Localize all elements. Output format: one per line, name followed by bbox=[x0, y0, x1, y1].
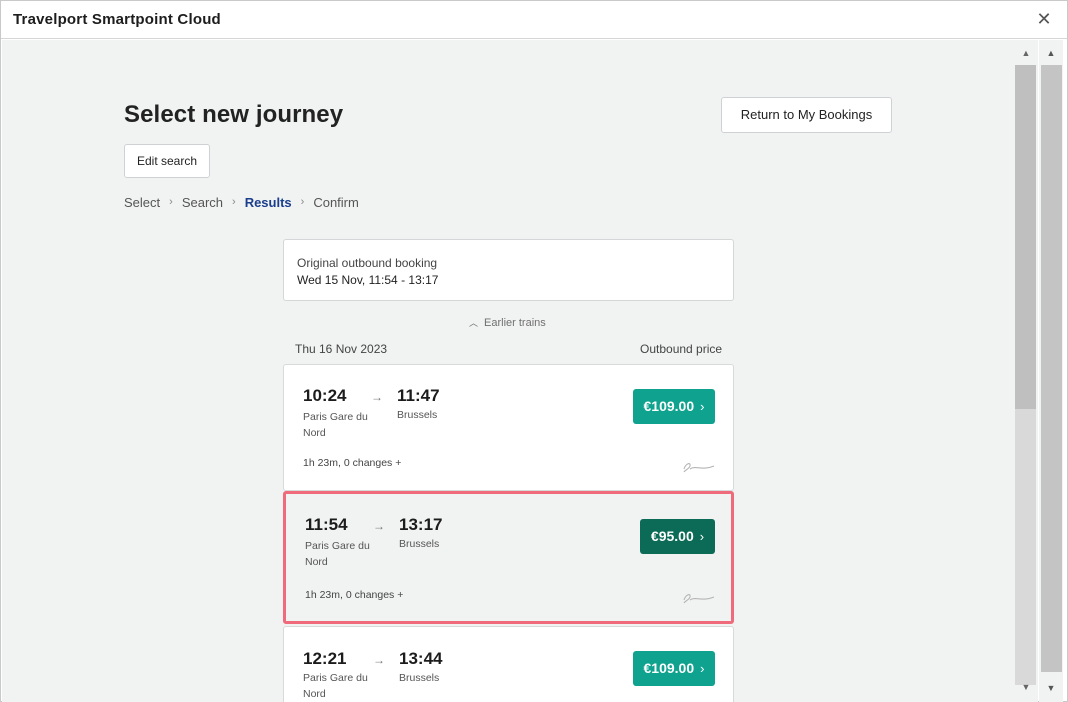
train-option-card[interactable]: 12:21 → 13:44 Paris Gare du Nord Brussel… bbox=[283, 626, 734, 702]
window-title: Travelport Smartpoint Cloud bbox=[13, 11, 221, 28]
chevron-right-icon: › bbox=[232, 196, 236, 208]
departure-time: 10:24 bbox=[303, 386, 347, 405]
journey-duration[interactable]: 1h 23m, 0 changes + bbox=[305, 589, 403, 601]
scroll-down-arrow-icon[interactable]: ▼ bbox=[1039, 680, 1063, 696]
chevron-right-icon: › bbox=[169, 196, 173, 208]
step-search[interactable]: Search bbox=[182, 195, 223, 210]
earlier-trains-label: Earlier trains bbox=[484, 317, 546, 329]
chevron-right-icon: › bbox=[699, 529, 705, 544]
app-window: Travelport Smartpoint Cloud ✕ Select new… bbox=[0, 0, 1068, 702]
departure-station: Paris Gare du Nord bbox=[305, 540, 370, 568]
arrival-time: 11:47 bbox=[397, 386, 440, 405]
price-label: €109.00 bbox=[643, 398, 695, 414]
price-label: €95.00 bbox=[650, 528, 694, 544]
arrow-right-icon: → bbox=[371, 390, 383, 404]
close-icon[interactable]: ✕ bbox=[1033, 8, 1055, 30]
departure-time: 11:54 bbox=[305, 515, 348, 534]
original-booking-label: Original outbound booking bbox=[297, 256, 438, 270]
step-confirm: Confirm bbox=[313, 194, 359, 210]
arrival-time: 13:44 bbox=[399, 649, 443, 668]
scroll-up-arrow-icon[interactable]: ▲ bbox=[1014, 45, 1038, 61]
arrival-station: Brussels bbox=[399, 538, 440, 550]
page-title: Select new journey bbox=[124, 101, 344, 128]
departure-time: 12:21 bbox=[303, 649, 347, 668]
return-to-bookings-button[interactable]: Return to My Bookings bbox=[721, 97, 892, 133]
train-option-card-selected[interactable]: 11:54 → 13:17 Paris Gare du Nord Brussel… bbox=[283, 491, 734, 624]
select-price-button[interactable]: €95.00 › bbox=[640, 519, 715, 554]
journey-duration[interactable]: 1h 23m, 0 changes + bbox=[303, 457, 401, 469]
travel-date: Thu 16 Nov 2023 bbox=[295, 342, 388, 356]
arrival-station: Brussels bbox=[397, 409, 438, 421]
title-bar: Travelport Smartpoint Cloud ✕ bbox=[1, 1, 1067, 39]
original-booking-card: Original outbound booking Wed 15 Nov, 11… bbox=[283, 239, 734, 301]
earlier-trains-link[interactable]: ︿ Earlier trains bbox=[469, 316, 546, 329]
chevron-right-icon: › bbox=[700, 399, 705, 414]
eurostar-logo bbox=[683, 463, 715, 473]
content-scrollbar[interactable]: ▲ ▼ bbox=[1014, 40, 1038, 702]
select-price-button[interactable]: €109.00 › bbox=[633, 651, 715, 686]
train-option-card[interactable]: 10:24 → 11:47 Paris Gare du Nord Brussel… bbox=[283, 364, 734, 491]
original-booking-details: Wed 15 Nov, 11:54 - 13:17 bbox=[297, 273, 439, 287]
select-price-button[interactable]: €109.00 › bbox=[633, 389, 715, 424]
scrollbar-thumb[interactable] bbox=[1015, 65, 1036, 409]
departure-station: Paris Gare du Nord bbox=[303, 411, 368, 439]
arrival-station: Brussels bbox=[399, 672, 440, 684]
price-column-label: Outbound price bbox=[640, 342, 723, 356]
edit-search-button[interactable]: Edit search bbox=[124, 144, 210, 178]
breadcrumb: Select › Search › Results › Confirm bbox=[124, 193, 359, 211]
arrow-right-icon: → bbox=[373, 519, 385, 533]
main-content: Select new journey Return to My Bookings… bbox=[2, 40, 1014, 702]
scrollbar-thumb[interactable] bbox=[1041, 65, 1062, 672]
departure-station: Paris Gare du Nord bbox=[303, 672, 368, 700]
arrow-right-icon: → bbox=[373, 653, 385, 667]
chevron-right-icon: › bbox=[300, 196, 305, 208]
step-select[interactable]: Select bbox=[124, 195, 160, 210]
eurostar-logo bbox=[683, 594, 715, 604]
step-results[interactable]: Results bbox=[245, 195, 292, 210]
price-label: €109.00 bbox=[643, 660, 695, 676]
chevron-right-icon: › bbox=[700, 661, 705, 676]
arrival-time: 13:17 bbox=[399, 515, 443, 534]
chevron-up-icon: ︿ bbox=[469, 318, 479, 328]
window-scrollbar[interactable]: ▲ ▼ bbox=[1039, 40, 1063, 702]
scroll-down-arrow-icon[interactable]: ▼ bbox=[1014, 679, 1038, 695]
scroll-up-arrow-icon[interactable]: ▲ bbox=[1039, 45, 1063, 61]
